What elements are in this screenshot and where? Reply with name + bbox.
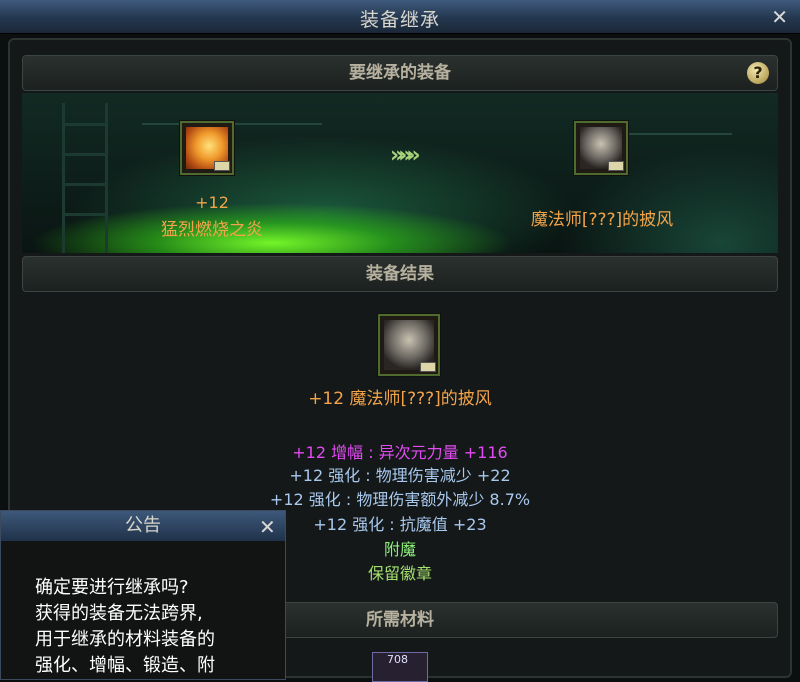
result-item-slot[interactable] (377, 313, 441, 377)
window-title: 装备继承 (359, 9, 440, 31)
result-section-title: 装备结果 (366, 264, 434, 284)
source-item-name: 猛烈燃烧之炎 (161, 220, 263, 240)
stat-amplify: +12 增幅 : 异次元力量 +116 (292, 443, 508, 462)
stat-reinforce-phys-reduce: +12 强化 : 物理伤害减少 +22 (289, 466, 511, 485)
item-badge-icon (214, 161, 230, 171)
source-item-enhance: +12 (195, 193, 229, 212)
inherit-section-header: 要继承的装备 ? (22, 55, 778, 91)
notice-body: 确定要进行继承吗? 获得的装备无法跨界, 用于继承的材料装备的 强化、增幅、锻造… (35, 575, 275, 679)
target-item-slot[interactable] (573, 120, 629, 176)
ladder-decoration (62, 103, 108, 253)
notice-line: 强化、增幅、锻造、附 (35, 655, 215, 676)
result-item-name: +12 魔法师[???]的披风 (308, 389, 492, 409)
notice-title: 公告 (1, 511, 285, 541)
notice-dialog: 公告 ✕ 确定要进行继承吗? 获得的装备无法跨界, 用于继承的材料装备的 强化、… (0, 510, 286, 680)
materials-section-title: 所需材料 (366, 610, 434, 630)
inherit-section-title: 要继承的装备 (349, 63, 451, 83)
notice-line: 确定要进行继承吗? (35, 577, 189, 598)
result-section-header: 装备结果 (22, 256, 778, 292)
item-badge-icon (608, 161, 624, 171)
help-icon[interactable]: ? (747, 62, 769, 84)
window-close-icon[interactable]: ✕ (771, 7, 788, 27)
notice-line: 获得的装备无法跨界, (35, 603, 203, 624)
stat-reinforce-phys-extra: +12 强化 : 物理伤害额外减少 8.7% (269, 490, 531, 509)
transfer-arrow-icon: »»» (390, 143, 421, 168)
target-item-name: 魔法师[???]的披风 (530, 210, 674, 230)
item-badge-icon (420, 362, 436, 372)
window-title-bar: 装备继承 ✕ (0, 0, 800, 34)
material-count: 708 (387, 653, 408, 666)
notice-line: 用于继承的材料装备的 (35, 629, 215, 650)
source-item-slot[interactable] (179, 120, 235, 176)
inherit-scene: »»» +12 猛烈燃烧之炎 魔法师[???]的披风 (22, 93, 778, 253)
notice-close-icon[interactable]: ✕ (259, 517, 276, 537)
material-slot[interactable]: 708 (372, 652, 428, 682)
